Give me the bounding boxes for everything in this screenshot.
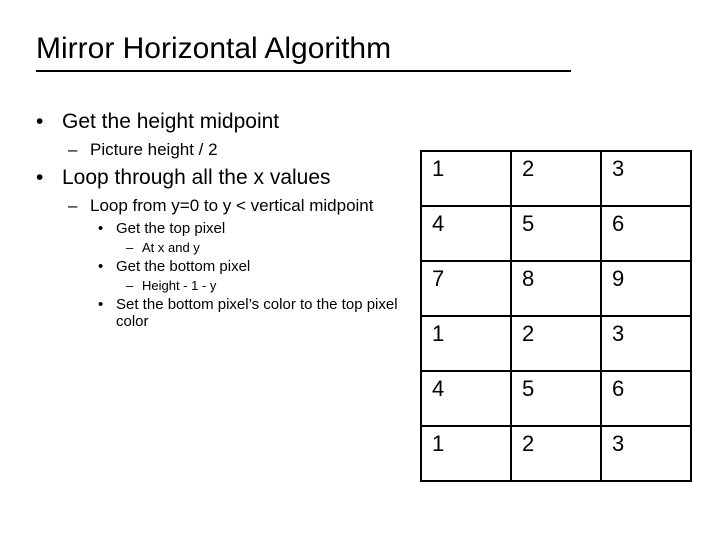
grid-cell: 3 [601,151,691,206]
bullet-text: Get the bottom pixel [116,258,250,275]
grid-cell: 9 [601,261,691,316]
grid-cell: 6 [601,206,691,261]
grid-cell: 1 [421,151,511,206]
bullet-text: Picture height / 2 [90,140,218,160]
grid-cell: 1 [421,316,511,371]
bullet-text: At x and y [142,240,200,255]
grid-cell: 7 [421,261,511,316]
grid-cell: 5 [511,206,601,261]
table-row: 4 5 6 [421,371,691,426]
table-row: 1 2 3 [421,316,691,371]
bullet-text: Loop from y=0 to y < vertical midpoint [90,196,373,216]
grid-cell: 3 [601,426,691,481]
number-grid: 1 2 3 4 5 6 7 8 9 1 2 3 4 5 6 1 2 3 [420,150,692,482]
bullet-dot: • [36,166,62,190]
grid-cell: 1 [421,426,511,481]
bullet-dash: – [126,240,142,255]
grid-cell: 4 [421,206,511,261]
grid-cell: 8 [511,261,601,316]
bullet-dot: • [98,220,116,237]
bullet-text: Height - 1 - y [142,278,216,293]
bullet-dash: – [68,140,90,160]
table-row: 7 8 9 [421,261,691,316]
bullet-dot: • [36,110,62,134]
table-row: 4 5 6 [421,206,691,261]
grid-cell: 5 [511,371,601,426]
bullet-text: Get the height midpoint [62,110,279,134]
bullet-dot: • [98,258,116,275]
slide-title: Mirror Horizontal Algorithm [36,32,571,72]
bullet-dot: • [98,296,116,313]
table-row: 1 2 3 [421,151,691,206]
grid-cell: 4 [421,371,511,426]
bullet-text: Get the top pixel [116,220,225,237]
bullet-dash: – [126,278,142,293]
grid-cell: 2 [511,426,601,481]
grid-cell: 2 [511,151,601,206]
grid-cell: 2 [511,316,601,371]
bullet-dash: – [68,196,90,216]
bullet-text: Set the bottom pixel’s color to the top … [116,296,416,330]
bullet-text: Loop through all the x values [62,166,331,190]
bullet-content: •Get the height midpoint –Picture height… [36,110,416,336]
grid-cell: 3 [601,316,691,371]
grid-cell: 6 [601,371,691,426]
table-row: 1 2 3 [421,426,691,481]
